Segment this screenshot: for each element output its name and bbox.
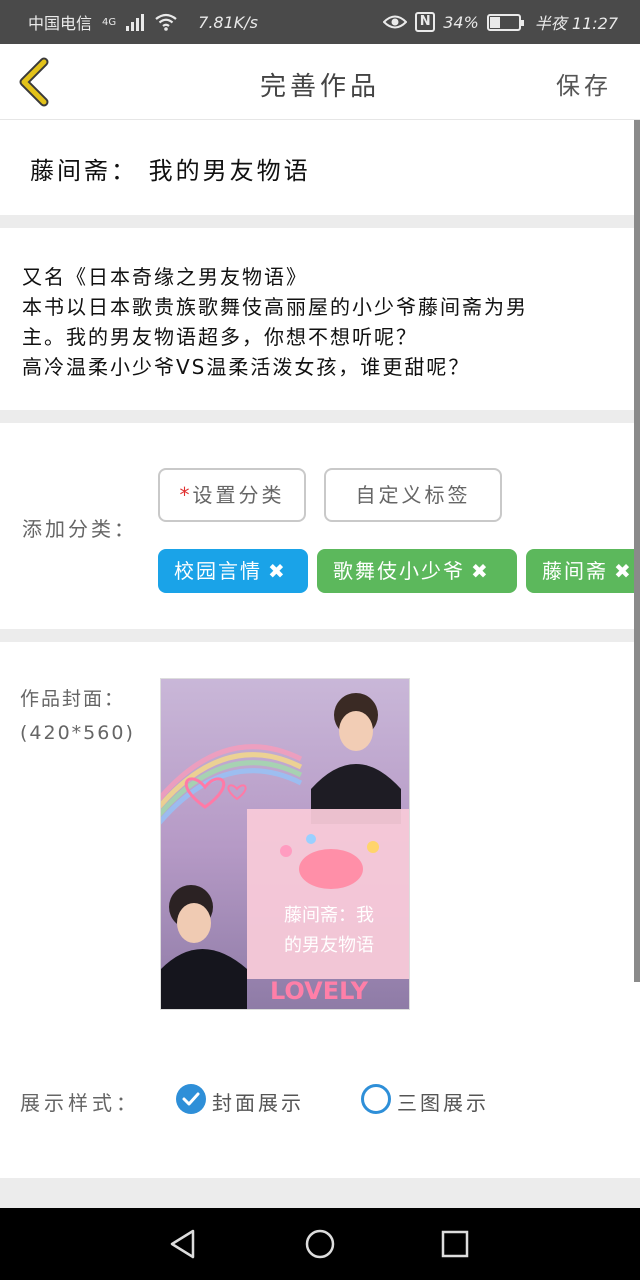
system-nav-bar bbox=[0, 1208, 640, 1280]
nfc-icon: N bbox=[415, 12, 436, 32]
cover-artwork: 藤间斋：我 的男友物语 LOVELY bbox=[161, 679, 409, 1009]
cover-brand: LOVELY bbox=[270, 977, 369, 1005]
description-line: 高冷温柔小少爷VS温柔活泼女孩，谁更甜呢？ bbox=[22, 355, 471, 379]
cover-image[interactable]: 藤间斋：我 的男友物语 LOVELY bbox=[160, 678, 410, 1010]
required-mark: * bbox=[179, 483, 193, 507]
cover-label: 作品封面： (420*560) bbox=[20, 682, 135, 750]
tag-label: 校园言情 bbox=[174, 559, 262, 583]
page-title: 完善作品 bbox=[259, 72, 380, 102]
divider bbox=[0, 215, 640, 228]
signal-icon bbox=[126, 13, 145, 31]
work-title-input[interactable]: 藤间斋： 我的男友物语 bbox=[30, 151, 311, 186]
recents-square-icon[interactable] bbox=[441, 1230, 469, 1258]
tag-label: 歌舞伎小少爷 bbox=[333, 559, 465, 583]
close-icon[interactable]: ✖ bbox=[614, 549, 633, 593]
tag-chip[interactable]: 校园言情 ✖ bbox=[158, 549, 308, 593]
set-category-button[interactable]: *设置分类 bbox=[158, 468, 306, 522]
divider bbox=[0, 629, 640, 642]
category-label: 添加分类： bbox=[22, 517, 137, 541]
clock: 半夜 11:27 bbox=[534, 14, 618, 33]
battery-icon bbox=[486, 13, 524, 31]
wifi-icon bbox=[155, 13, 177, 31]
cover-text-line-2: 的男友物语 bbox=[284, 935, 374, 956]
close-icon[interactable]: ✖ bbox=[268, 549, 287, 593]
description-line: 主。我的男友物语超多，你想不想听呢？ bbox=[22, 325, 418, 349]
divider bbox=[0, 410, 640, 423]
radio-three-image-display-label[interactable]: 三图展示 bbox=[397, 1087, 489, 1116]
cover-label-text: 作品封面： bbox=[20, 688, 126, 710]
status-bar: 中国电信 4G 7.81K/s N 34% 半夜 11:27 bbox=[0, 0, 640, 44]
work-title-section: 藤间斋： 我的男友物语 bbox=[0, 121, 640, 215]
set-category-label: 设置分类 bbox=[192, 483, 285, 507]
scrollbar[interactable] bbox=[634, 120, 640, 982]
description-line: 又名《日本奇缘之男友物语》 bbox=[22, 265, 308, 289]
radio-three-image-display[interactable] bbox=[361, 1084, 391, 1114]
description-line: 本书以日本歌贵族歌舞伎高丽屋的小少爷藤间斋为男 bbox=[22, 295, 528, 319]
display-style-label: 展示样式： bbox=[20, 1091, 140, 1115]
battery-percent: 34% bbox=[443, 12, 479, 32]
cover-section: 作品封面： (420*560) 藤间斋：我 的男友物语 LOVELY 展示样式：… bbox=[0, 642, 640, 1178]
carrier-label: 中国电信 bbox=[28, 14, 93, 33]
description-textarea[interactable]: 又名《日本奇缘之男友物语》 本书以日本歌贵族歌舞伎高丽屋的小少爷藤间斋为男 主。… bbox=[22, 262, 602, 382]
description-section: 又名《日本奇缘之男友物语》 本书以日本歌贵族歌舞伎高丽屋的小少爷藤间斋为男 主。… bbox=[0, 228, 640, 410]
eye-icon bbox=[383, 15, 408, 29]
radio-cover-display[interactable] bbox=[176, 1084, 206, 1114]
divider bbox=[0, 1178, 640, 1208]
cover-size-hint: (420*560) bbox=[20, 722, 135, 744]
tag-chip[interactable]: 藤间斋 ✖ bbox=[526, 549, 640, 593]
close-icon[interactable]: ✖ bbox=[471, 549, 490, 593]
category-section: 添加分类： *设置分类 自定义标签 校园言情 ✖ 歌舞伎小少爷 ✖ 藤间斋 ✖ bbox=[0, 423, 640, 629]
custom-tag-button[interactable]: 自定义标签 bbox=[324, 468, 502, 522]
home-circle-icon[interactable] bbox=[304, 1228, 336, 1260]
network-type: 4G bbox=[102, 16, 117, 28]
top-nav-bar: 完善作品 保存 bbox=[0, 44, 640, 120]
cover-text-line-1: 藤间斋：我 bbox=[284, 905, 374, 926]
save-button[interactable]: 保存 bbox=[556, 66, 612, 101]
back-triangle-icon[interactable] bbox=[168, 1228, 198, 1260]
radio-cover-display-label[interactable]: 封面展示 bbox=[212, 1087, 304, 1116]
net-speed: 7.81K/s bbox=[198, 12, 258, 32]
tag-label: 藤间斋 bbox=[542, 559, 608, 583]
check-icon bbox=[182, 1092, 200, 1106]
tag-chip[interactable]: 歌舞伎小少爷 ✖ bbox=[317, 549, 517, 593]
